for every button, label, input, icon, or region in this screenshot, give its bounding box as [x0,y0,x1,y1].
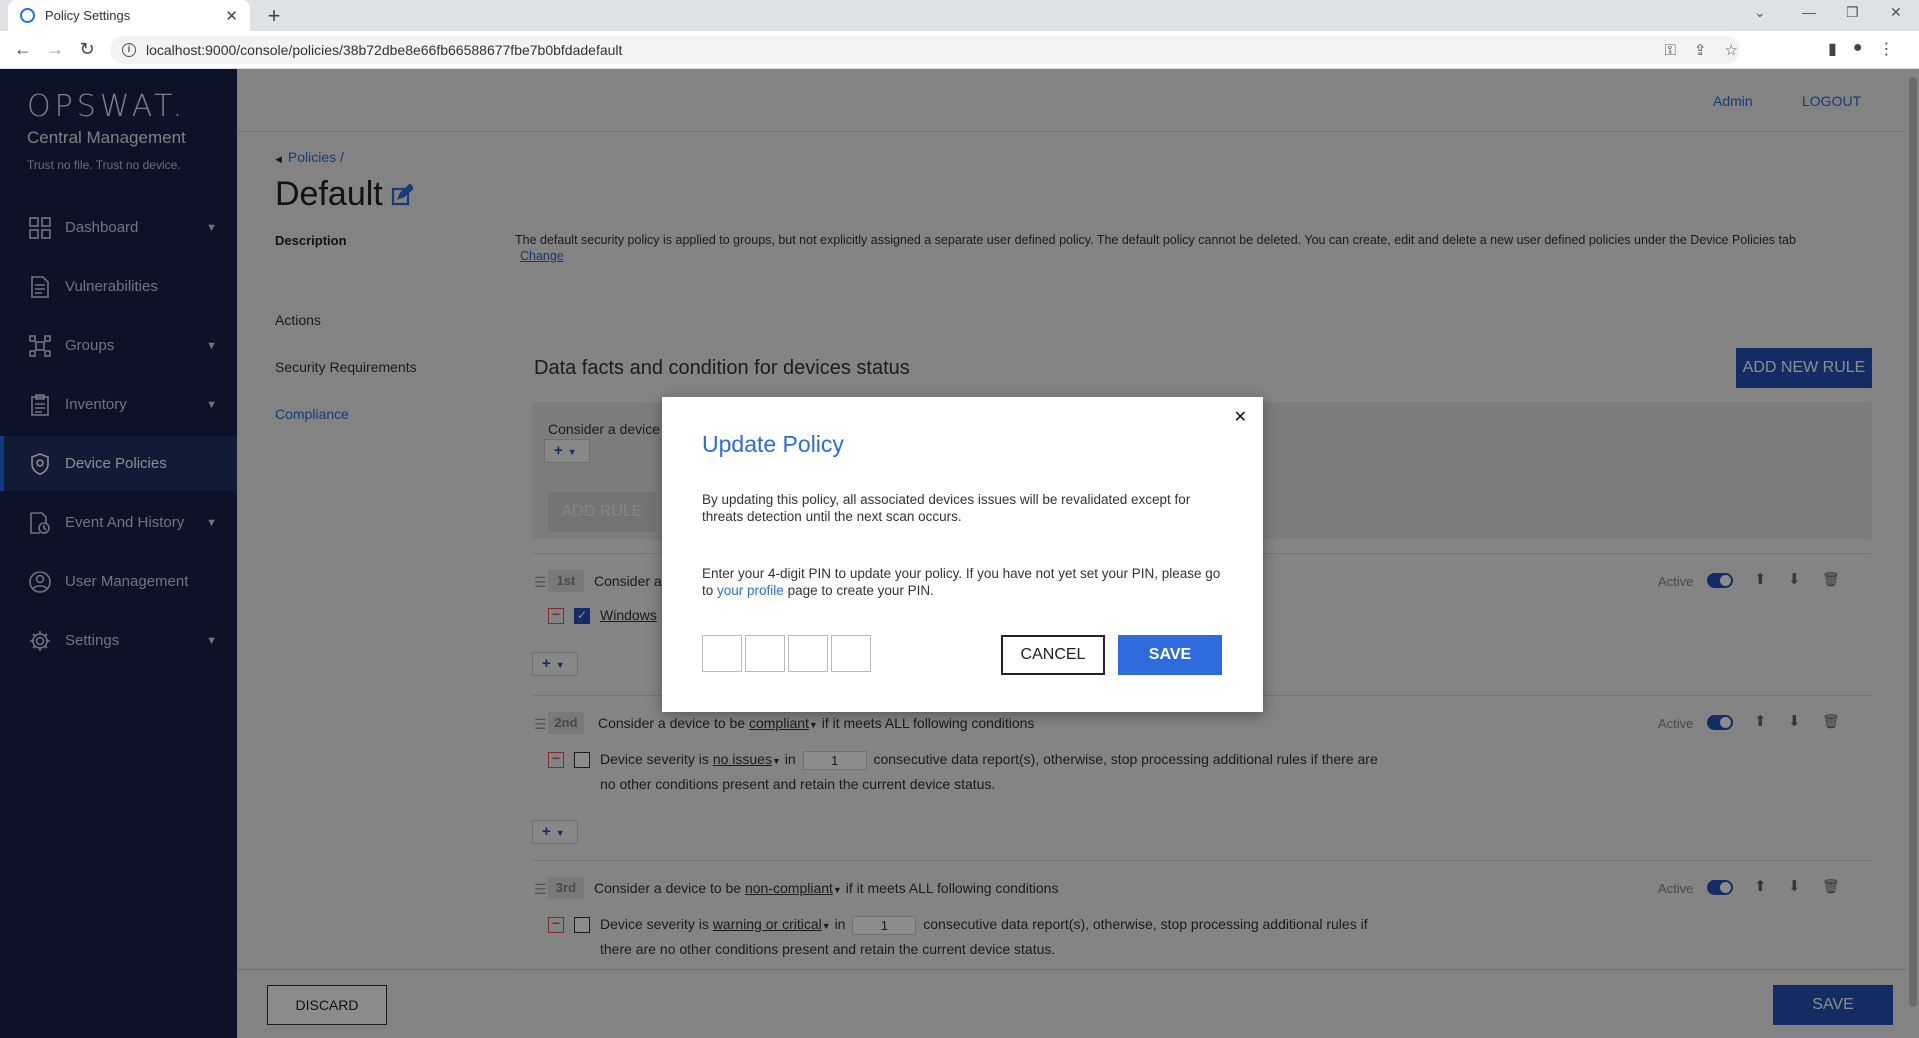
close-icon[interactable]: ✕ [1234,407,1247,427]
dialog-pin-instructions: Enter your 4-digit PIN to update your po… [702,566,1221,598]
url-text: localhost:9000/console/policies/38b72dbe… [146,42,623,58]
browser-tabbar: Policy Settings ✕ + ⌄ — ❐ ✕ [0,0,1919,31]
update-policy-dialog: ✕ Update Policy By updating this policy,… [662,397,1263,712]
dialog-message: By updating this policy, all associated … [702,492,1191,524]
browser-menu-icon[interactable]: ⋮ [1878,39,1894,59]
site-info-icon[interactable]: i [122,43,136,57]
minimize-icon[interactable]: — [1802,4,1816,20]
tab-search-icon[interactable]: ⌄ [1754,4,1766,21]
forward-icon[interactable]: → [44,39,66,60]
pin-digit-3[interactable] [788,635,828,672]
cancel-button[interactable]: CANCEL [1001,635,1105,675]
your-profile-link[interactable]: your profile [717,583,784,598]
pin-digit-4[interactable] [831,635,871,672]
new-tab-icon[interactable]: + [262,3,286,29]
browser-tab[interactable]: Policy Settings ✕ [8,0,250,31]
key-icon[interactable]: ⚿ [1665,42,1676,59]
tab-title: Policy Settings [45,8,131,23]
close-tab-icon[interactable]: ✕ [225,7,238,25]
share-icon[interactable]: ⇪ [1694,41,1707,59]
bookmark-star-icon[interactable]: ☆ [1725,41,1738,59]
side-panel-icon[interactable]: ▮ [1828,39,1837,59]
pin-digit-1[interactable] [702,635,742,672]
url-field[interactable]: i localhost:9000/console/policies/38b72d… [110,36,1740,64]
restore-icon[interactable]: ❐ [1846,4,1859,21]
profile-icon[interactable]: ● [1853,39,1863,59]
loading-icon [20,8,35,23]
dialog-save-button[interactable]: SAVE [1118,635,1222,675]
reload-icon[interactable]: ↻ [76,39,98,60]
address-bar: ← → ↻ i localhost:9000/console/policies/… [0,31,1919,69]
back-icon[interactable]: ← [12,39,34,60]
dialog-title: Update Policy [702,431,844,457]
pin-digit-2[interactable] [745,635,785,672]
close-window-icon[interactable]: ✕ [1890,4,1902,21]
